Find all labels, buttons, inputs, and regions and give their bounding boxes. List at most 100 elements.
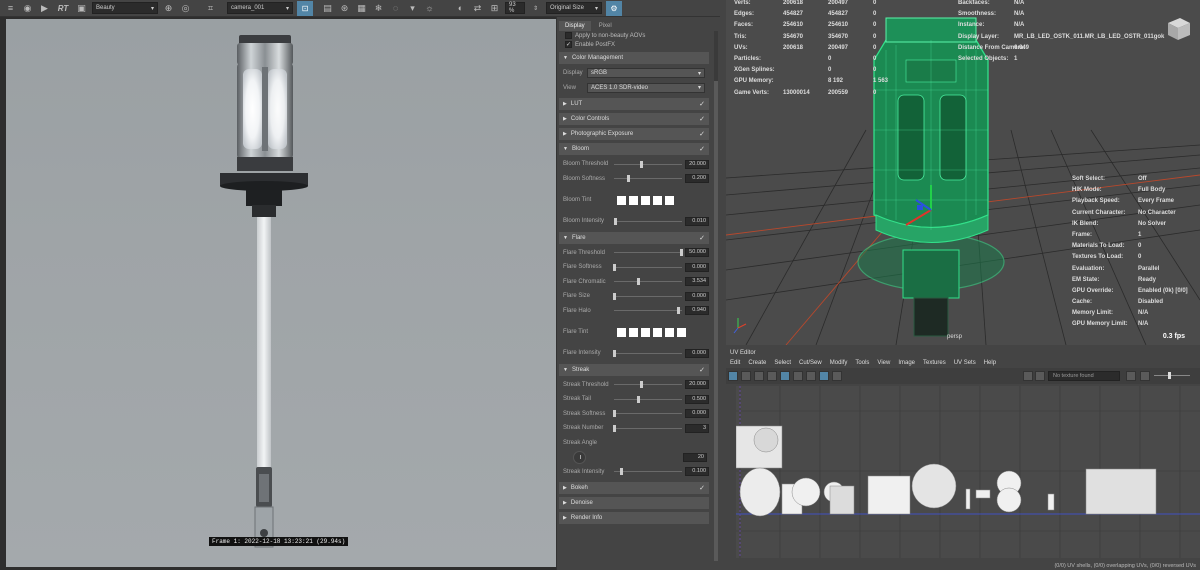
- tint-swatch[interactable]: [629, 195, 638, 205]
- section-check-icon[interactable]: ✓: [699, 366, 705, 374]
- param-slider[interactable]: [613, 409, 682, 418]
- uv-menu-cut-sew[interactable]: Cut/Sew: [799, 360, 822, 366]
- 3d-viewport[interactable]: Verts: 200618 200497 0 Edges: 454827 454827 0 Fa…: [726, 0, 1200, 345]
- slider-thumb[interactable]: [619, 468, 623, 476]
- tint-swatch[interactable]: [641, 195, 650, 205]
- uv-menu-view[interactable]: View: [877, 360, 890, 366]
- settings-scrollbar[interactable]: [714, 31, 718, 561]
- tint-swatch[interactable]: [653, 195, 662, 205]
- param-slider[interactable]: [614, 467, 682, 476]
- section-color-controls[interactable]: ▶ Color Controls ✓: [559, 113, 709, 125]
- camera-select[interactable]: camera_001 ▾: [227, 2, 293, 14]
- uv-canvas[interactable]: [736, 386, 1200, 558]
- snapshot-icon[interactable]: ▣: [75, 2, 88, 15]
- section-check-icon[interactable]: ✓: [699, 115, 705, 123]
- crop-icon[interactable]: ⌗: [204, 2, 217, 15]
- slider-thumb[interactable]: [679, 249, 683, 257]
- section-render-info[interactable]: ▶ Render Info: [559, 512, 709, 524]
- fit-icon[interactable]: ⊞: [488, 2, 501, 15]
- render-canvas[interactable]: [0, 17, 560, 570]
- texture-field[interactable]: No texture found: [1048, 371, 1120, 381]
- uv-menu-create[interactable]: Create: [748, 360, 766, 366]
- param-slider[interactable]: [614, 160, 682, 169]
- param-value-field[interactable]: 0.100: [685, 467, 709, 477]
- uv-menu-uv-sets[interactable]: UV Sets: [954, 360, 976, 366]
- uv-menu-textures[interactable]: Textures: [923, 360, 946, 366]
- streak-angle-field[interactable]: 20: [683, 453, 707, 462]
- tint-swatch[interactable]: [641, 327, 650, 337]
- store-icon[interactable]: ⊕: [162, 2, 175, 15]
- slider-thumb[interactable]: [613, 410, 616, 418]
- param-value-field[interactable]: 0.000: [685, 348, 709, 358]
- uv-tool-icon[interactable]: [754, 371, 764, 381]
- param-value-field[interactable]: 20.000: [685, 380, 709, 390]
- uv-menu-edit[interactable]: Edit: [730, 360, 740, 366]
- menu-grip-icon[interactable]: ≡: [4, 2, 17, 15]
- uv-tool-icon[interactable]: [741, 371, 751, 381]
- section-check-icon[interactable]: ✓: [699, 130, 705, 138]
- uv-slider[interactable]: [1154, 372, 1190, 379]
- option-apply-non-beauty[interactable]: Apply to non-beauty AOVs: [559, 31, 709, 40]
- globe-icon[interactable]: ⊛: [338, 2, 351, 15]
- param-slider[interactable]: [614, 217, 682, 226]
- section-check-icon[interactable]: ✓: [699, 234, 705, 242]
- param-slider[interactable]: [614, 277, 682, 286]
- slider-thumb[interactable]: [613, 349, 616, 357]
- slider-thumb[interactable]: [613, 424, 616, 432]
- slider-thumb[interactable]: [1168, 372, 1171, 379]
- slider-thumb[interactable]: [614, 217, 618, 225]
- stepper-icon[interactable]: ⇕: [529, 2, 542, 15]
- slider-thumb[interactable]: [640, 160, 644, 168]
- render-icon[interactable]: ◉: [21, 2, 34, 15]
- uv-tool-icon[interactable]: [767, 371, 777, 381]
- tab-pixel[interactable]: Pixel: [593, 21, 618, 31]
- param-slider[interactable]: [614, 306, 682, 315]
- circle-icon[interactable]: ◌: [389, 2, 402, 15]
- param-slider[interactable]: [614, 380, 682, 389]
- section-flare[interactable]: ▼ Flare ✓: [559, 231, 709, 244]
- view-dropdown[interactable]: ACES 1.0 SDR-video ▾: [587, 82, 705, 93]
- chevron-icon[interactable]: ▾: [406, 2, 419, 15]
- uv-tool-icon[interactable]: [832, 371, 842, 381]
- display-dropdown[interactable]: sRGB ▾: [587, 68, 705, 79]
- param-slider[interactable]: [614, 395, 682, 404]
- slider-thumb[interactable]: [613, 292, 616, 300]
- viewcube-icon[interactable]: [1164, 15, 1192, 41]
- uv-menu-tools[interactable]: Tools: [855, 360, 869, 366]
- section-check-icon[interactable]: ✓: [699, 145, 705, 153]
- exposure-icon[interactable]: [1140, 371, 1150, 381]
- section-lut[interactable]: ▶ LUT ✓: [559, 98, 709, 110]
- option-enable-postfx[interactable]: ✓ Enable PostFX: [559, 40, 709, 49]
- param-value-field[interactable]: 0.200: [685, 174, 709, 184]
- uv-tool-icon[interactable]: [819, 371, 829, 381]
- checkbox-checked[interactable]: ✓: [565, 41, 572, 48]
- section-denoise[interactable]: ▶ Denoise: [559, 497, 709, 509]
- render-region-icon[interactable]: ⊡: [297, 0, 313, 16]
- channels-icon[interactable]: ▦: [355, 2, 368, 15]
- snapshot-options-icon[interactable]: ◎: [179, 2, 192, 15]
- param-slider[interactable]: [614, 248, 683, 257]
- contrast-icon[interactable]: ◐: [454, 2, 467, 15]
- section-streak[interactable]: ▼ Streak ✓: [559, 363, 709, 376]
- section-color-management[interactable]: ▼ Color Management: [559, 52, 709, 64]
- param-value-field[interactable]: 0.000: [685, 262, 709, 272]
- param-slider[interactable]: [613, 263, 682, 272]
- ipr-label[interactable]: RT: [55, 2, 71, 15]
- param-value-field[interactable]: 0.010: [685, 216, 709, 226]
- slider-thumb[interactable]: [626, 175, 630, 183]
- uv-menu-help[interactable]: Help: [984, 360, 996, 366]
- param-slider[interactable]: [614, 174, 682, 183]
- param-slider[interactable]: [613, 292, 682, 301]
- param-value-field[interactable]: 20.000: [685, 159, 709, 169]
- slider-thumb[interactable]: [640, 381, 644, 389]
- image-display-icon[interactable]: [1023, 371, 1033, 381]
- checkbox[interactable]: [565, 32, 572, 39]
- slider-thumb[interactable]: [636, 395, 640, 403]
- slider-thumb[interactable]: [613, 263, 616, 271]
- settings-toggle-icon[interactable]: ⚙: [606, 0, 622, 16]
- uv-tool-icon[interactable]: [728, 371, 738, 381]
- param-value-field[interactable]: 0.000: [685, 409, 709, 419]
- tint-swatch[interactable]: [617, 327, 626, 337]
- slider-thumb[interactable]: [636, 278, 640, 286]
- play-icon[interactable]: ▶: [38, 2, 51, 15]
